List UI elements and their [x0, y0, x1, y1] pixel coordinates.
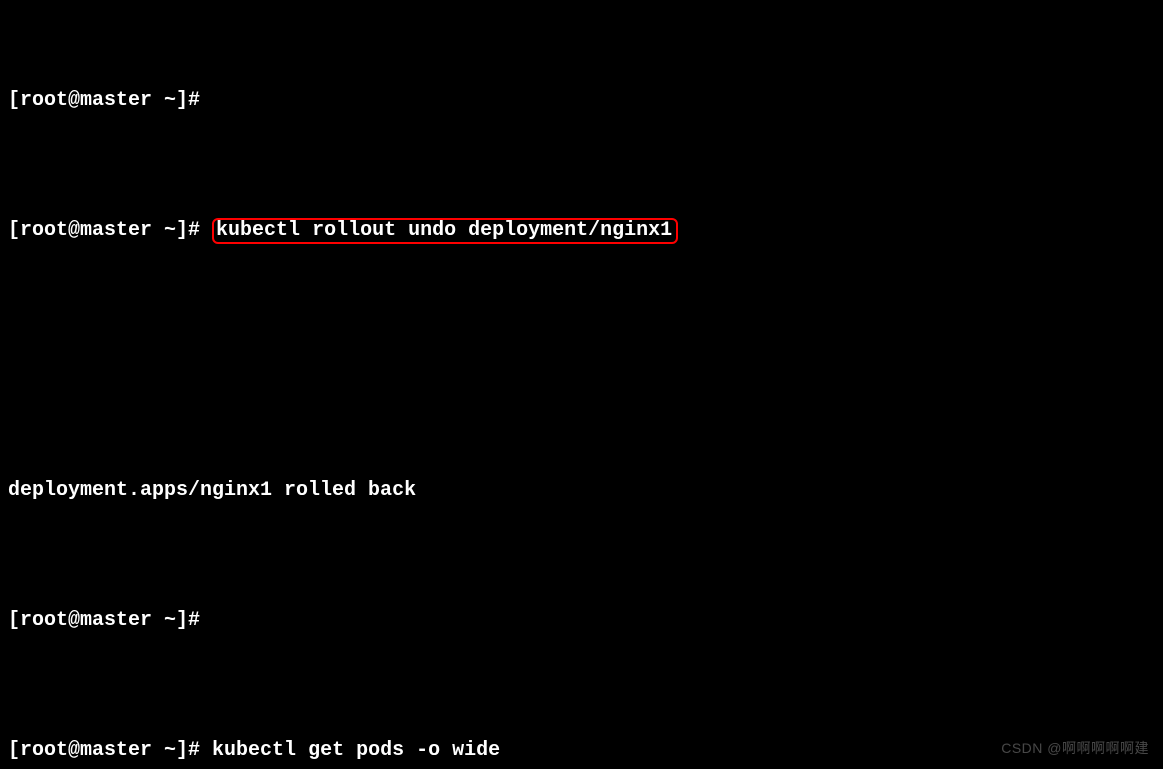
shell-prompt: [root@master ~]# [8, 89, 212, 112]
prompt-line: [root@master ~]# [8, 608, 1155, 634]
shell-prompt: [root@master ~]# [8, 219, 212, 242]
watermark: CSDN @啊啊啊啊啊建 [1001, 735, 1149, 761]
shell-prompt: [root@master ~]# [8, 609, 212, 632]
shell-prompt: [root@master ~]# [8, 739, 212, 762]
command-get-pods: kubectl get pods -o wide [212, 739, 500, 762]
blank-line [8, 348, 1155, 374]
output-rolled-back: deployment.apps/nginx1 rolled back [8, 478, 1155, 504]
command-rollout-undo: kubectl rollout undo deployment/nginx1 [212, 218, 678, 244]
prompt-line: [root@master ~]# [8, 88, 1155, 114]
prompt-line: [root@master ~]# kubectl get pods -o wid… [8, 738, 1155, 764]
prompt-line: [root@master ~]# kubectl rollout undo de… [8, 218, 1155, 244]
terminal-window[interactable]: [root@master ~]# [root@master ~]# kubect… [0, 0, 1163, 769]
